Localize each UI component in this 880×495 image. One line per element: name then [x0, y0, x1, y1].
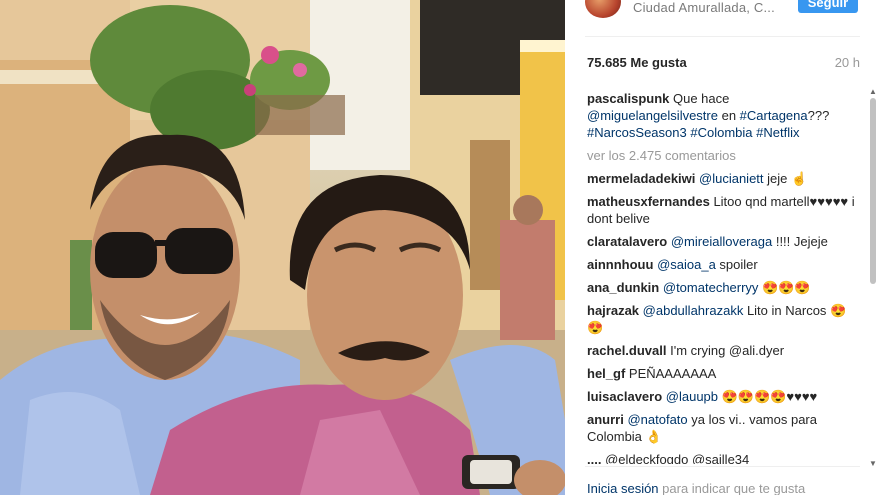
comment-username[interactable]: rachel.duvall: [587, 343, 666, 358]
comment-username[interactable]: ana_dunkin: [587, 280, 659, 295]
caption-mention[interactable]: @miguelangelsilvestre: [587, 108, 718, 123]
comment-text: 😍😍😍😍♥♥♥♥: [718, 389, 818, 404]
comments-scrollbar[interactable]: ▲ ▼: [868, 88, 878, 468]
likes-count[interactable]: 75.685 Me gusta: [587, 55, 687, 70]
post-time[interactable]: 20 h: [835, 55, 860, 70]
photo-illustration: [0, 0, 565, 495]
comment-item: ainnnhouu @saioa_a spoiler: [587, 256, 862, 273]
scroll-up-icon[interactable]: ▲: [869, 88, 877, 96]
comment-item: matheusxfernandes Litoo qnd martell♥♥♥♥♥…: [587, 193, 862, 227]
comment-text: 😍😍😍: [758, 280, 811, 295]
location-link[interactable]: Ciudad Amurallada, C...: [633, 0, 775, 15]
caption-text: Que hace: [669, 91, 730, 106]
comment-username[interactable]: claratalavero: [587, 234, 667, 249]
comment-item: luisaclavero @lauupb 😍😍😍😍♥♥♥♥: [587, 388, 862, 405]
comment-mention[interactable]: @natofato: [627, 412, 687, 427]
comment-mention[interactable]: @tomatecherryy: [663, 280, 759, 295]
hashtag-link[interactable]: #Cartagena: [740, 108, 808, 123]
comment-item: rachel.duvall I'm crying @ali.dyer: [587, 342, 862, 359]
hashtag-link[interactable]: #Colombia: [690, 125, 752, 140]
scroll-down-icon[interactable]: ▼: [869, 460, 877, 468]
comment-mention[interactable]: @mireialloveraga: [671, 234, 772, 249]
caption-text: en: [717, 108, 740, 123]
comment-username[interactable]: ....: [587, 452, 601, 464]
comments-list[interactable]: pascalispunk Que hace @miguelangelsilves…: [587, 90, 862, 464]
comment-text: jeje ☝: [763, 171, 808, 186]
comment-text: spoiler: [715, 257, 758, 272]
avatar[interactable]: [585, 0, 621, 18]
follow-button[interactable]: Seguir: [798, 0, 858, 13]
comment-item: hel_gf PEÑAAAAAAA: [587, 365, 862, 382]
comment-username[interactable]: matheusxfernandes: [587, 194, 710, 209]
comment-item: .... @eldeckfogdo @saille34: [587, 451, 862, 464]
caption-username[interactable]: pascalispunk: [587, 91, 669, 106]
comment-text: !!!! Jejeje: [772, 234, 828, 249]
login-prompt-text: para indicar que te gusta: [658, 481, 806, 495]
comment-text: I'm crying @ali.dyer: [666, 343, 785, 358]
footer-divider: [585, 466, 860, 467]
post-header: Ciudad Amurallada, C... Seguir: [565, 0, 880, 36]
comment-item: claratalavero @mireialloveraga !!!! Jeje…: [587, 233, 862, 250]
comment-mention[interactable]: @lucianiett: [699, 171, 764, 186]
hashtag-link[interactable]: #Netflix: [756, 125, 799, 140]
scrollbar-thumb[interactable]: [870, 98, 876, 284]
view-all-comments-link[interactable]: ver los 2.475 comentarios: [587, 147, 862, 164]
comment-username[interactable]: mermeladadekiwi: [587, 171, 695, 186]
caption-text: ???: [807, 108, 830, 123]
header-divider: [585, 36, 860, 37]
comment-username[interactable]: luisaclavero: [587, 389, 662, 404]
login-link[interactable]: Inicia sesión: [587, 481, 659, 495]
post-photo[interactable]: [0, 0, 565, 495]
comment-item: mermeladadekiwi @lucianiett jeje ☝: [587, 170, 862, 187]
comment-item: ana_dunkin @tomatecherryy 😍😍😍: [587, 279, 862, 296]
likes-row: 75.685 Me gusta 20 h: [587, 55, 860, 73]
comment-mention[interactable]: @lauupb: [666, 389, 718, 404]
comment-username[interactable]: hajrazak: [587, 303, 639, 318]
comment-item: anurri @natofato ya los vi.. vamos para …: [587, 411, 862, 445]
comment-mention[interactable]: @abdullahrazakk: [643, 303, 744, 318]
comment-username[interactable]: hel_gf: [587, 366, 625, 381]
caption: pascalispunk Que hace @miguelangelsilves…: [587, 90, 862, 141]
hashtag-link[interactable]: #NarcosSeason3: [587, 125, 687, 140]
comment-item: hajrazak @abdullahrazakk Lito in Narcos …: [587, 302, 862, 336]
comment-username[interactable]: ainnnhouu: [587, 257, 653, 272]
comment-text: @eldeckfogdo @saille34: [601, 452, 750, 464]
post-side-panel: Ciudad Amurallada, C... Seguir 75.685 Me…: [565, 0, 880, 495]
login-prompt: Inicia sesión para indicar que te gusta: [587, 481, 805, 495]
comment-mention[interactable]: @saioa_a: [657, 257, 716, 272]
comment-text: PEÑAAAAAAA: [625, 366, 717, 381]
comment-username[interactable]: anurri: [587, 412, 624, 427]
